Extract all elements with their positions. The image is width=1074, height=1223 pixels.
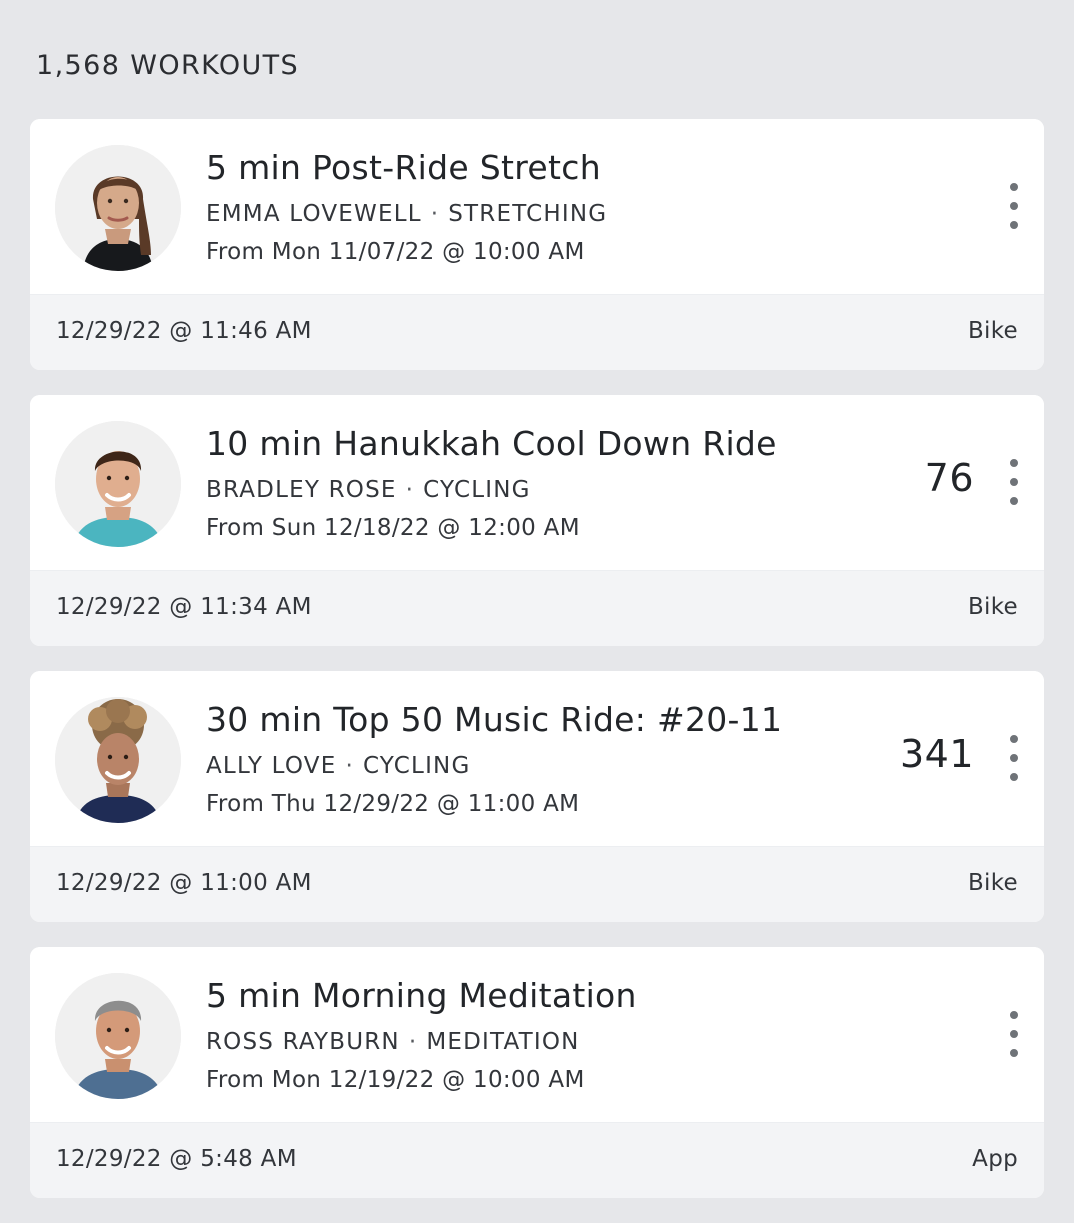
meta-separator: ·	[345, 753, 354, 779]
instructor-name: EMMA LOVEWELL	[206, 201, 422, 227]
completed-date: 12/29/22 @ 5:48 AM	[56, 1146, 297, 1172]
workout-card-main: 5 min Morning Meditation ROSS RAYBURN · ME…	[30, 947, 1044, 1123]
workout-card-footer: 12/29/22 @ 11:34 AM Bike	[30, 570, 1044, 646]
vertical-ellipsis-icon	[1010, 183, 1018, 191]
workout-list: 5 min Post-Ride Stretch EMMA LOVEWELL · ST…	[30, 119, 1044, 1223]
workout-title: 30 min Top 50 Music Ride: #20-11	[206, 700, 783, 739]
total-output-value: 341	[899, 732, 974, 776]
platform-label: Bike	[967, 870, 1018, 896]
instructor-avatar	[55, 973, 181, 1099]
workout-card[interactable]: 5 min Post-Ride Stretch EMMA LOVEWELL · ST…	[30, 119, 1044, 370]
workout-card-main: 5 min Post-Ride Stretch EMMA LOVEWELL · ST…	[30, 119, 1044, 295]
instructor-photo	[55, 145, 181, 271]
vertical-ellipsis-icon	[1010, 459, 1018, 467]
instructor-name: ROSS RAYBURN	[206, 1029, 400, 1055]
completed-date: 12/29/22 @ 11:46 AM	[56, 318, 312, 344]
instructor-name: ALLY LOVE	[206, 753, 337, 779]
workout-meta: ROSS RAYBURN · MEDITATION	[206, 1029, 580, 1055]
workout-card-footer: 12/29/22 @ 11:00 AM Bike	[30, 846, 1044, 922]
workout-card[interactable]: 5 min Morning Meditation ROSS RAYBURN · ME…	[30, 947, 1044, 1198]
workout-meta: EMMA LOVEWELL · STRETCHING	[206, 201, 607, 227]
vertical-ellipsis-icon-dot	[1010, 202, 1018, 210]
instructor-avatar	[55, 421, 181, 547]
workout-category: STRETCHING	[448, 201, 608, 227]
workout-category: CYCLING	[362, 753, 471, 779]
workout-card-footer: 12/29/22 @ 5:48 AM App	[30, 1122, 1044, 1198]
instructor-photo	[55, 973, 181, 1099]
vertical-ellipsis-icon	[1010, 1011, 1018, 1019]
vertical-ellipsis-icon-dot	[1010, 221, 1018, 229]
completed-date: 12/29/22 @ 11:34 AM	[56, 594, 312, 620]
workout-title: 5 min Morning Meditation	[206, 976, 637, 1015]
vertical-ellipsis-icon-dot	[1010, 754, 1018, 762]
workout-aired-date: From Mon 11/07/22 @ 10:00 AM	[206, 239, 585, 265]
platform-label: App	[972, 1146, 1018, 1172]
vertical-ellipsis-icon-dot	[1010, 773, 1018, 781]
more-options-button[interactable]	[1004, 1011, 1024, 1057]
workout-meta: ALLY LOVE · CYCLING	[206, 753, 471, 779]
workout-aired-date: From Thu 12/29/22 @ 11:00 AM	[206, 791, 580, 817]
vertical-ellipsis-icon-dot	[1010, 497, 1018, 505]
more-options-button[interactable]	[1004, 459, 1024, 505]
vertical-ellipsis-icon-dot	[1010, 1030, 1018, 1038]
workout-card[interactable]: 10 min Hanukkah Cool Down Ride BRADLEY R…	[30, 395, 1044, 646]
meta-separator: ·	[408, 1029, 418, 1055]
workout-category: MEDITATION	[426, 1029, 580, 1055]
meta-separator: ·	[405, 477, 415, 503]
workout-title: 10 min Hanukkah Cool Down Ride	[206, 424, 777, 463]
total-output-value: 76	[924, 456, 974, 500]
instructor-name: BRADLEY ROSE	[206, 477, 397, 503]
completed-date: 12/29/22 @ 11:00 AM	[56, 870, 312, 896]
workout-title: 5 min Post-Ride Stretch	[206, 148, 601, 187]
instructor-photo	[55, 421, 181, 547]
vertical-ellipsis-icon-dot	[1010, 1049, 1018, 1057]
vertical-ellipsis-icon-dot	[1010, 478, 1018, 486]
workout-card-main: 30 min Top 50 Music Ride: #20-11 ALLY LO…	[30, 671, 1044, 847]
workout-count-heading: 1,568 WORKOUTS	[36, 50, 300, 81]
workout-card-footer: 12/29/22 @ 11:46 AM Bike	[30, 294, 1044, 370]
platform-label: Bike	[967, 594, 1018, 620]
instructor-avatar	[55, 697, 181, 823]
platform-label: Bike	[967, 318, 1018, 344]
workout-card-main: 10 min Hanukkah Cool Down Ride BRADLEY R…	[30, 395, 1044, 571]
workout-category: CYCLING	[423, 477, 531, 503]
workout-card[interactable]: 30 min Top 50 Music Ride: #20-11 ALLY LO…	[30, 671, 1044, 922]
meta-separator: ·	[430, 201, 440, 227]
workout-aired-date: From Sun 12/18/22 @ 12:00 AM	[206, 515, 580, 541]
more-options-button[interactable]	[1004, 735, 1024, 781]
workout-meta: BRADLEY ROSE · CYCLING	[206, 477, 531, 503]
workout-aired-date: From Mon 12/19/22 @ 10:00 AM	[206, 1067, 585, 1093]
instructor-avatar	[55, 145, 181, 271]
more-options-button[interactable]	[1004, 183, 1024, 229]
instructor-photo	[55, 697, 181, 823]
vertical-ellipsis-icon	[1010, 735, 1018, 743]
